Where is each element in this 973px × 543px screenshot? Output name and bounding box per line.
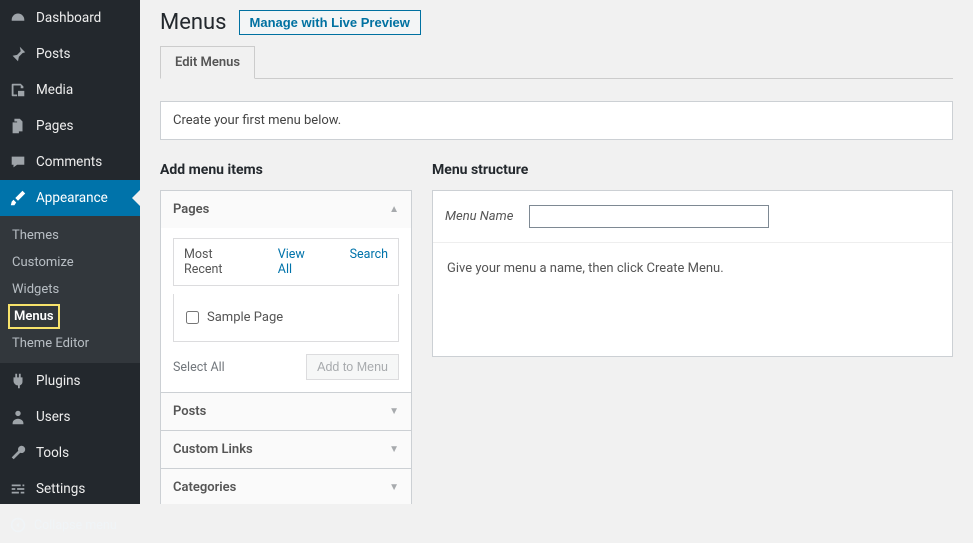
main-content: Menus Manage with Live Preview Edit Menu… <box>140 0 973 504</box>
sidebar-item-tools[interactable]: Tools <box>0 435 140 471</box>
menu-structure-column: Menu structure Menu Name Give your menu … <box>432 162 953 504</box>
accordion-pages: Pages ▲ Most Recent View All Search S <box>160 190 412 393</box>
first-menu-notice: Create your first menu below. <box>160 101 953 140</box>
menu-name-label: Menu Name <box>445 209 513 224</box>
menu-structure-hint: Give your menu a name, then click Create… <box>433 243 952 356</box>
sidebar-item-settings[interactable]: Settings <box>0 471 140 507</box>
sidebar-item-label: Tools <box>36 445 69 461</box>
add-to-menu-button[interactable]: Add to Menu <box>306 354 399 380</box>
sidebar-item-comments[interactable]: Comments <box>0 144 140 180</box>
accordion-pages-toggle[interactable]: Pages ▲ <box>161 191 411 228</box>
sidebar-item-label: Comments <box>36 154 102 170</box>
appearance-submenu: Themes Customize Widgets Menus Theme Edi… <box>0 216 140 363</box>
plug-icon <box>8 371 28 391</box>
accordion-custom-links: Custom Links ▼ <box>160 431 412 469</box>
admin-sidebar: Dashboard Posts Media Pages Comments App… <box>0 0 140 504</box>
add-items-heading: Add menu items <box>160 162 412 178</box>
sidebar-item-label: Users <box>36 409 70 425</box>
submenu-item-widgets[interactable]: Widgets <box>0 276 140 303</box>
caret-down-icon: ▼ <box>389 406 399 417</box>
comment-icon <box>8 152 28 172</box>
caret-up-icon: ▲ <box>389 204 399 215</box>
pages-list: Sample Page <box>173 294 399 342</box>
page-title: Menus <box>160 10 227 35</box>
accordion-categories-toggle[interactable]: Categories ▼ <box>161 469 411 504</box>
dashboard-icon <box>8 8 28 28</box>
submenu-item-theme-editor[interactable]: Theme Editor <box>0 330 140 357</box>
sidebar-item-label: Dashboard <box>36 10 101 26</box>
page-checkbox[interactable] <box>186 311 199 324</box>
sidebar-item-label: Settings <box>36 481 85 497</box>
collapse-label: Collapse menu <box>34 518 117 533</box>
submenu-item-themes[interactable]: Themes <box>0 222 140 249</box>
page-item-sample-page[interactable]: Sample Page <box>186 306 386 329</box>
caret-down-icon: ▼ <box>389 482 399 493</box>
accordion-posts: Posts ▼ <box>160 393 412 431</box>
page-header: Menus Manage with Live Preview <box>160 10 953 35</box>
tab-most-recent[interactable]: Most Recent <box>174 239 254 285</box>
structure-heading: Menu structure <box>432 162 953 178</box>
accordion-categories: Categories ▼ <box>160 469 412 504</box>
sidebar-item-dashboard[interactable]: Dashboard <box>0 0 140 36</box>
page-label: Sample Page <box>207 310 283 325</box>
add-menu-items-column: Add menu items Pages ▲ Most Recent View … <box>160 162 412 504</box>
brush-icon <box>8 188 28 208</box>
submenu-item-customize[interactable]: Customize <box>0 249 140 276</box>
accordion-posts-toggle[interactable]: Posts ▼ <box>161 393 411 430</box>
user-icon <box>8 407 28 427</box>
sidebar-item-appearance[interactable]: Appearance <box>0 180 140 216</box>
sidebar-item-label: Pages <box>36 118 74 134</box>
nav-tabs: Edit Menus <box>160 45 953 79</box>
accordion-title: Posts <box>173 404 206 419</box>
menu-structure-box: Menu Name Give your menu a name, then cl… <box>432 190 953 357</box>
pages-icon <box>8 116 28 136</box>
tab-search[interactable]: Search <box>340 239 398 285</box>
sidebar-item-label: Appearance <box>36 190 108 206</box>
tab-view-all[interactable]: View All <box>268 239 326 285</box>
submenu-item-menus[interactable]: Menus <box>0 303 140 330</box>
accordion-title: Pages <box>173 202 209 217</box>
sliders-icon <box>8 479 28 499</box>
media-icon <box>8 80 28 100</box>
accordion-custom-links-toggle[interactable]: Custom Links ▼ <box>161 431 411 468</box>
tab-edit-menus[interactable]: Edit Menus <box>160 46 255 79</box>
select-all-link[interactable]: Select All <box>173 360 225 375</box>
pin-icon <box>8 44 28 64</box>
menu-name-row: Menu Name <box>433 191 952 243</box>
caret-down-icon: ▼ <box>389 444 399 455</box>
sidebar-item-label: Media <box>36 82 73 98</box>
manage-live-preview-button[interactable]: Manage with Live Preview <box>239 10 421 35</box>
pages-filter-tabs: Most Recent View All Search <box>173 238 399 286</box>
collapse-menu[interactable]: Collapse menu <box>0 507 140 543</box>
collapse-icon <box>8 515 28 535</box>
sidebar-item-plugins[interactable]: Plugins <box>0 363 140 399</box>
accordion-title: Custom Links <box>173 442 253 457</box>
accordion-title: Categories <box>173 480 236 495</box>
sidebar-item-pages[interactable]: Pages <box>0 108 140 144</box>
sidebar-item-media[interactable]: Media <box>0 72 140 108</box>
sidebar-item-label: Posts <box>36 46 70 62</box>
wrench-icon <box>8 443 28 463</box>
accordion-pages-body: Most Recent View All Search Sample Page … <box>161 228 411 392</box>
sidebar-item-posts[interactable]: Posts <box>0 36 140 72</box>
sidebar-item-users[interactable]: Users <box>0 399 140 435</box>
menu-name-input[interactable] <box>529 205 769 228</box>
sidebar-item-label: Plugins <box>36 373 81 389</box>
